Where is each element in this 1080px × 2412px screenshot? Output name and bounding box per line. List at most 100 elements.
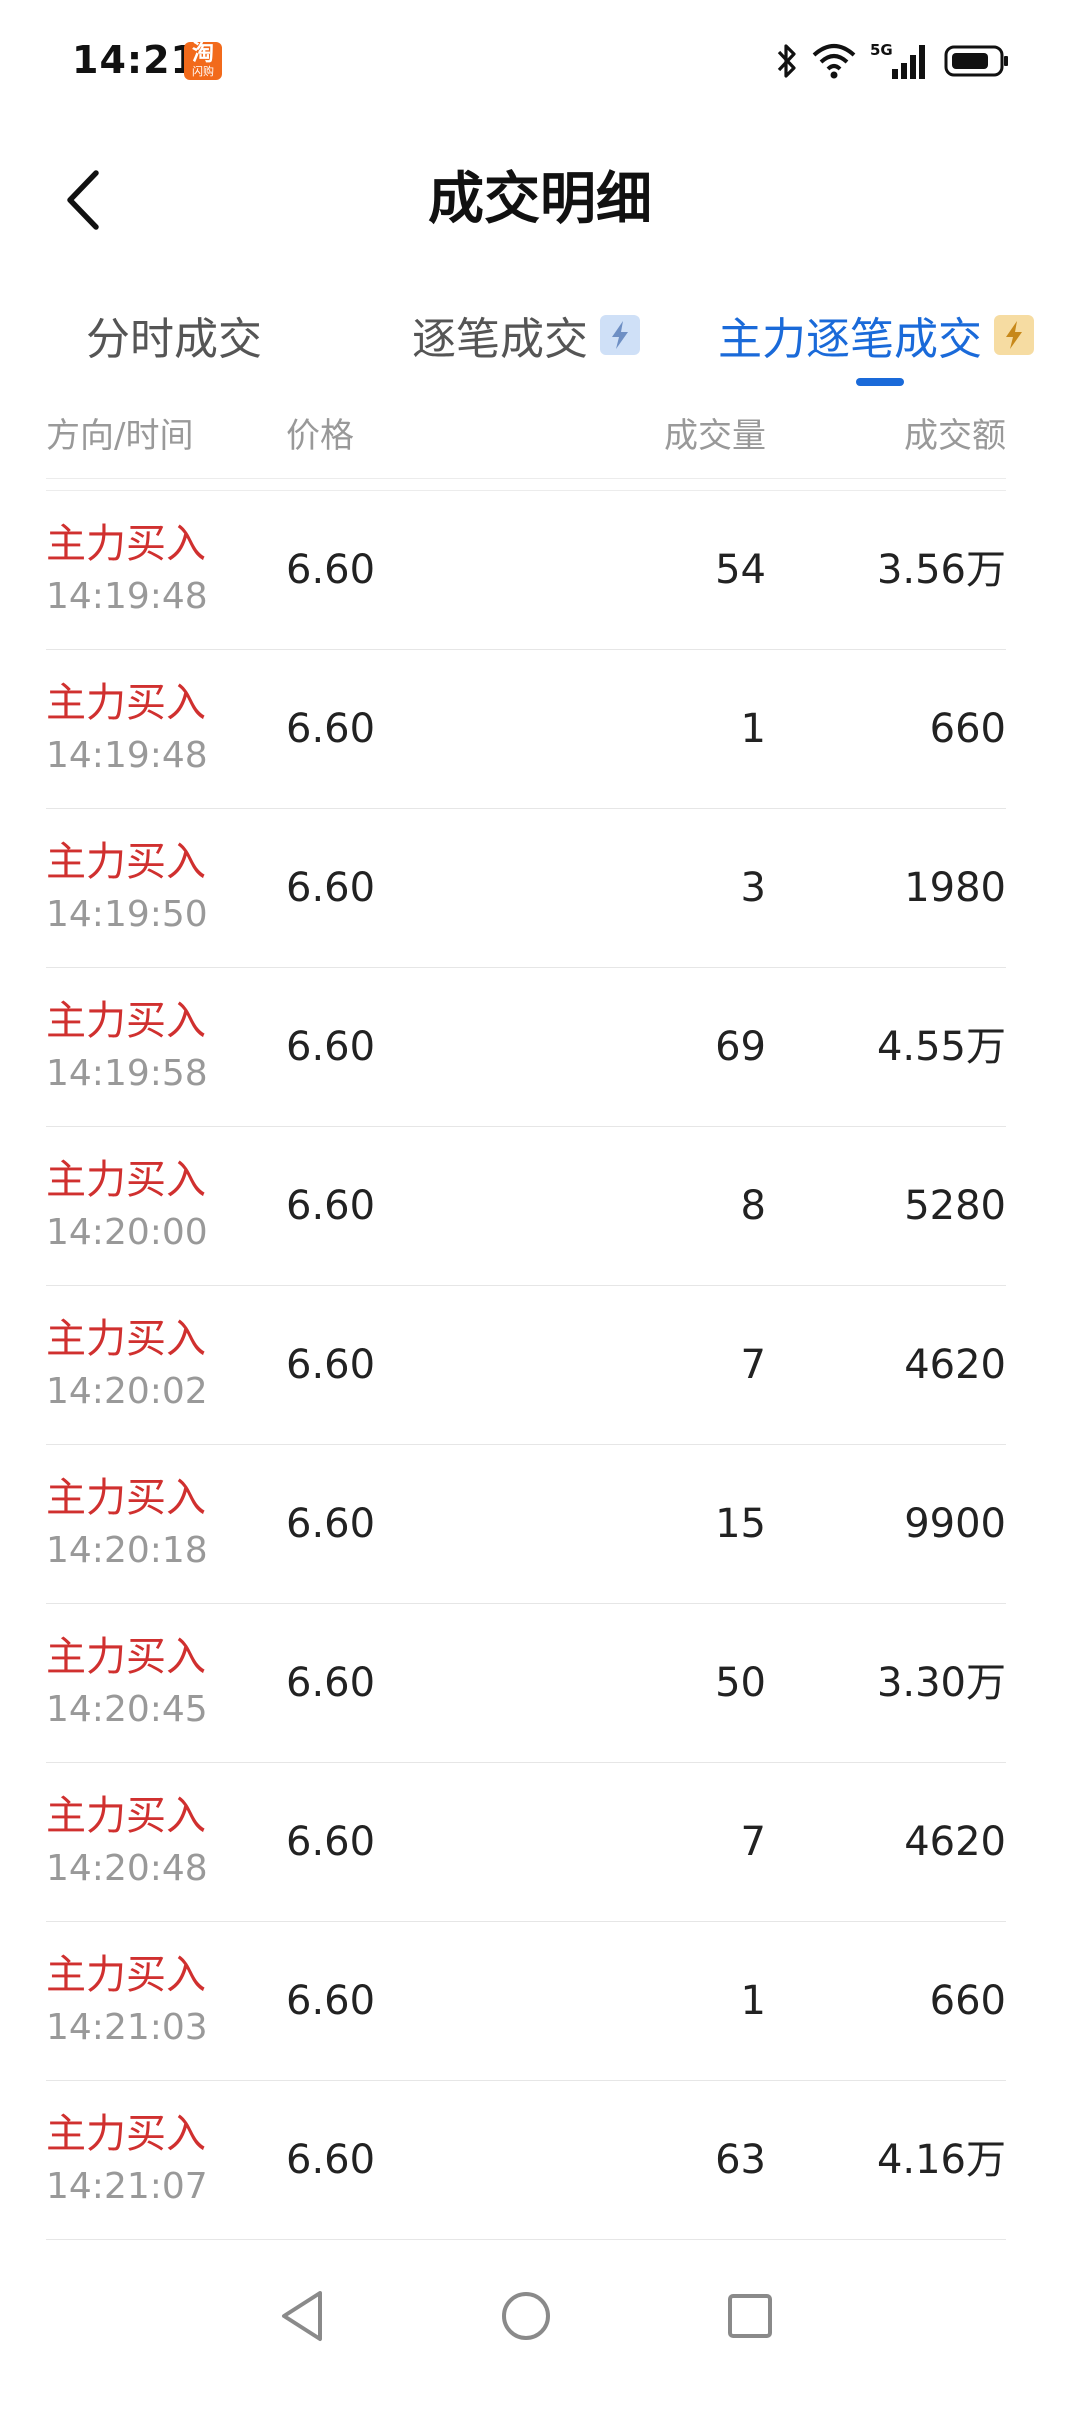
trade-amount: 660	[929, 706, 1006, 752]
trade-amount: 4620	[904, 1342, 1006, 1388]
trade-amount: 5280	[904, 1183, 1006, 1229]
battery-icon	[944, 45, 1008, 77]
trade-direction: 主力买入	[46, 521, 206, 567]
trade-volume: 1	[740, 706, 766, 752]
trade-direction: 主力买入	[46, 2111, 206, 2157]
trade-volume: 50	[715, 1660, 766, 1706]
trade-details-screen: 14:21 淘 闪购 5G 成交明细 分时成交 逐笔成交 主力逐笔成交 方向/时…	[0, 0, 1080, 2412]
table-row: 主力买入 14:19:50 6.60 3 1980	[46, 809, 1006, 968]
trade-price: 6.60	[286, 547, 376, 593]
table-row: 主力买入 14:19:48 6.60 1 660	[46, 650, 1006, 809]
table-row: 主力买入 14:20:02 6.60 7 4620	[46, 1286, 1006, 1445]
status-bar: 14:21 淘 闪购 5G	[0, 0, 1080, 120]
trade-amount: 3.30万	[876, 1660, 1006, 1706]
trade-direction: 主力买入	[46, 1793, 206, 1839]
trade-time: 14:20:45	[46, 1689, 208, 1730]
trade-price: 6.60	[286, 1978, 376, 2024]
nav-home-button[interactable]	[486, 2276, 566, 2356]
table-row: 主力买入 14:19:48 6.60 54 3.56万	[46, 491, 1006, 650]
tab-time-sharing-trades[interactable]: 分时成交	[86, 290, 262, 380]
column-header-price: 价格	[286, 416, 354, 456]
trade-amount: 4620	[904, 1819, 1006, 1865]
table-row: 主力买入 14:20:48 6.60 7 4620	[46, 1763, 1006, 1922]
trade-direction: 主力买入	[46, 1316, 206, 1362]
trade-time: 14:20:48	[46, 1848, 208, 1889]
header: 成交明细	[0, 140, 1080, 260]
trade-direction: 主力买入	[46, 1157, 206, 1203]
taobao-badge-top: 淘	[191, 42, 214, 66]
tab-tick-trades[interactable]: 逐笔成交	[412, 290, 640, 380]
bluetooth-icon	[777, 44, 796, 78]
trade-price: 6.60	[286, 1024, 376, 1070]
circle-home-icon	[502, 2292, 550, 2340]
trade-time: 14:20:18	[46, 1530, 208, 1571]
table-row: 主力买入 14:20:00 6.60 8 5280	[46, 1127, 1006, 1286]
trade-list[interactable]: 主力买入 14:19:48 6.60 54 3.56万 主力买入 14:19:4…	[46, 490, 1006, 2240]
trade-volume: 1	[740, 1978, 766, 2024]
taobao-notification-icon: 淘 闪购	[184, 42, 222, 80]
trade-volume: 54	[715, 547, 766, 593]
system-nav-bar	[0, 2240, 1080, 2412]
trade-volume: 15	[715, 1501, 766, 1547]
trade-time: 14:19:50	[46, 894, 208, 935]
trade-time: 14:19:48	[46, 735, 208, 776]
trade-direction: 主力买入	[46, 1475, 206, 1521]
triangle-back-icon	[282, 2291, 322, 2341]
trade-volume: 69	[715, 1024, 766, 1070]
trade-volume: 7	[740, 1342, 766, 1388]
trade-price: 6.60	[286, 1183, 376, 1229]
tab-bar: 分时成交 逐笔成交 主力逐笔成交	[0, 290, 1080, 400]
trade-direction: 主力买入	[46, 1952, 206, 1998]
trade-amount: 3.56万	[876, 547, 1006, 593]
status-time: 14:21	[72, 38, 198, 82]
table-row: 主力买入 14:21:03 6.60 1 660	[46, 1922, 1006, 2081]
trade-time: 14:20:02	[46, 1371, 208, 1412]
trade-direction: 主力买入	[46, 1634, 206, 1680]
active-tab-indicator	[856, 378, 904, 386]
svg-text:5G: 5G	[870, 41, 893, 59]
square-recents-icon	[728, 2294, 772, 2338]
table-header: 方向/时间 价格 成交量 成交额	[46, 400, 1006, 479]
tab-label: 分时成交	[86, 314, 262, 365]
nav-back-button[interactable]	[262, 2276, 342, 2356]
wifi-icon	[812, 44, 856, 79]
column-header-direction-time: 方向/时间	[46, 416, 194, 456]
trade-price: 6.60	[286, 2137, 376, 2183]
table-row: 主力买入 14:19:58 6.60 69 4.55万	[46, 968, 1006, 1127]
trade-price: 6.60	[286, 1501, 376, 1547]
trade-volume: 63	[715, 2137, 766, 2183]
table-row: 主力买入 14:20:18 6.60 15 9900	[46, 1445, 1006, 1604]
trade-time: 14:21:03	[46, 2007, 208, 2048]
trade-volume: 8	[740, 1183, 766, 1229]
column-header-volume: 成交量	[664, 416, 766, 456]
trade-direction: 主力买入	[46, 998, 206, 1044]
trade-price: 6.60	[286, 1342, 376, 1388]
trade-price: 6.60	[286, 865, 376, 911]
nav-recents-button[interactable]	[710, 2276, 790, 2356]
trade-time: 14:19:48	[46, 576, 208, 617]
trade-time: 14:20:00	[46, 1212, 208, 1253]
table-row: 主力买入 14:21:07 6.60 63 4.16万	[46, 2081, 1006, 2240]
trade-price: 6.60	[286, 1660, 376, 1706]
trade-volume: 7	[740, 1819, 766, 1865]
trade-direction: 主力买入	[46, 680, 206, 726]
column-header-amount: 成交额	[904, 416, 1006, 456]
trade-amount: 9900	[904, 1501, 1006, 1547]
trade-direction: 主力买入	[46, 839, 206, 885]
trade-amount: 4.16万	[876, 2137, 1006, 2183]
trade-price: 6.60	[286, 1819, 376, 1865]
trade-amount: 4.55万	[876, 1024, 1006, 1070]
trade-time: 14:19:58	[46, 1053, 208, 1094]
table-row: 主力买入 14:20:45 6.60 50 3.30万	[46, 1604, 1006, 1763]
tab-label: 逐笔成交	[412, 314, 588, 365]
trade-volume: 3	[740, 865, 766, 911]
taobao-badge-bottom: 闪购	[192, 65, 214, 78]
tab-main-force-tick-trades[interactable]: 主力逐笔成交	[718, 290, 1034, 380]
trade-amount: 1980	[904, 865, 1006, 911]
trade-price: 6.60	[286, 706, 376, 752]
signal-5g-icon: 5G	[870, 41, 925, 79]
flash-icon	[600, 315, 640, 355]
status-icons: 5G	[776, 38, 1010, 84]
trade-time: 14:21:07	[46, 2166, 208, 2207]
page-title: 成交明细	[428, 167, 652, 232]
